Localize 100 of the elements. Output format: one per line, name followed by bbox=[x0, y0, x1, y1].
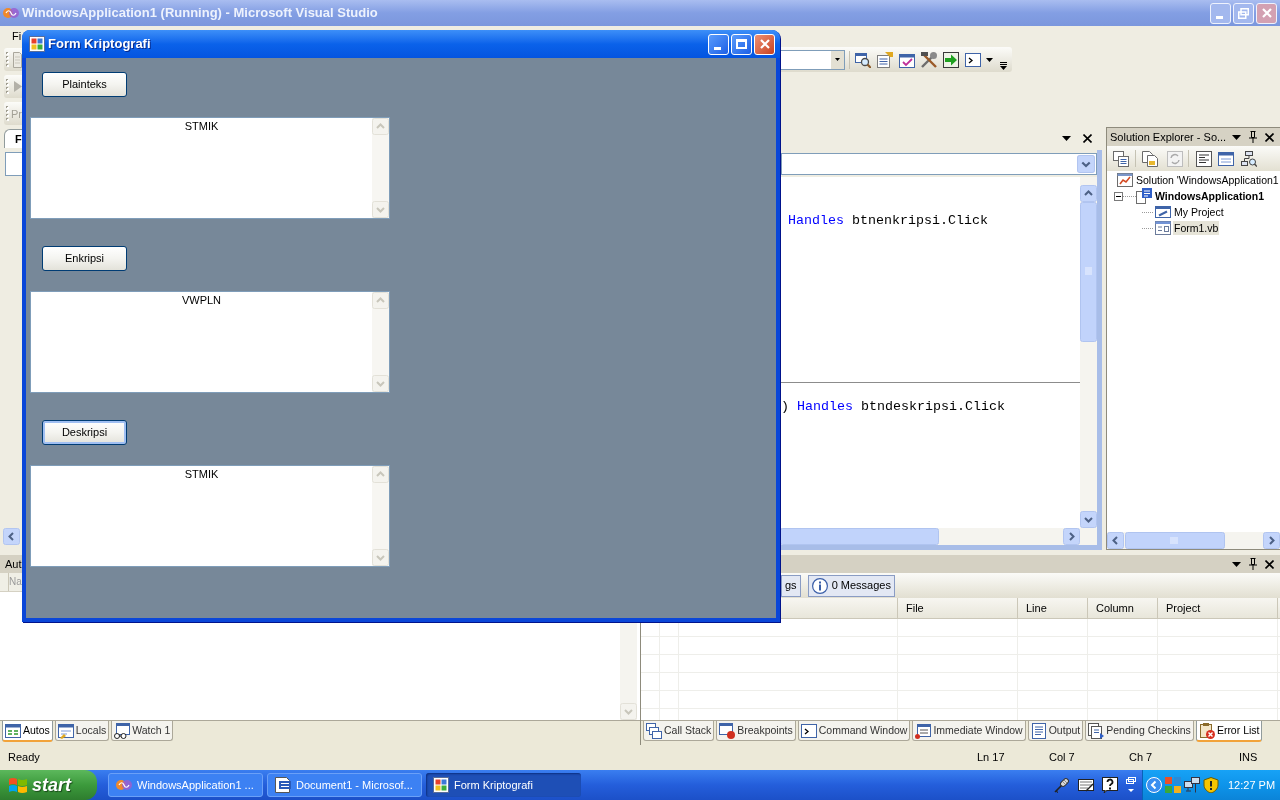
tab[interactable]: Watch 1 bbox=[111, 721, 174, 741]
column-header[interactable]: Project bbox=[1158, 598, 1278, 618]
scroll-right-icon[interactable] bbox=[1263, 532, 1280, 549]
status-field: Ch 7 bbox=[1129, 751, 1153, 764]
restore-icon[interactable] bbox=[1126, 777, 1136, 793]
overflow-icon[interactable] bbox=[1000, 62, 1007, 70]
window-list-icon bbox=[915, 722, 932, 739]
grip-icon[interactable] bbox=[6, 79, 9, 94]
document-icon bbox=[275, 777, 291, 793]
tab[interactable]: Locals bbox=[54, 721, 110, 741]
console-icon[interactable] bbox=[965, 51, 981, 68]
action-button[interactable]: Deskripsi bbox=[42, 420, 127, 445]
text-document-icon[interactable] bbox=[1196, 150, 1212, 167]
help-icon[interactable] bbox=[1102, 777, 1118, 793]
caret-icon[interactable] bbox=[1232, 561, 1241, 567]
taskbar-button[interactable]: Document1 - Microsof... bbox=[267, 773, 422, 797]
table-icon bbox=[5, 722, 21, 739]
panel-title: Aut bbox=[5, 557, 22, 571]
grip-icon[interactable] bbox=[6, 52, 9, 67]
tab[interactable]: Call Stack bbox=[643, 721, 715, 741]
minimize-icon bbox=[1216, 15, 1223, 19]
start-button[interactable]: start bbox=[0, 770, 97, 800]
diagram-search-icon[interactable] bbox=[1241, 150, 1257, 167]
tab[interactable]: Immediate Window bbox=[912, 721, 1026, 741]
close-icon bbox=[759, 39, 770, 49]
microphone-icon[interactable] bbox=[1054, 777, 1070, 793]
tree-item[interactable]: My Project bbox=[1173, 205, 1225, 219]
window-dot-icon bbox=[719, 722, 736, 739]
window-search-icon[interactable] bbox=[855, 51, 871, 68]
form-file-icon bbox=[1155, 220, 1171, 236]
caret-icon[interactable] bbox=[835, 58, 840, 61]
column-header[interactable]: File bbox=[898, 598, 1018, 618]
grip-icon[interactable] bbox=[6, 106, 9, 121]
taskbar-button[interactable]: Form Kriptografi bbox=[426, 773, 581, 797]
tree-item[interactable]: Form1.vb bbox=[1173, 221, 1220, 235]
chevron-down-icon[interactable] bbox=[1077, 155, 1095, 173]
tab[interactable]: Error List bbox=[1195, 721, 1263, 742]
collapse-icon[interactable] bbox=[1114, 191, 1123, 201]
scrollbar-thumb[interactable] bbox=[1080, 202, 1097, 342]
tab[interactable]: Autos bbox=[2, 721, 53, 742]
status-field: Col 7 bbox=[1049, 751, 1075, 764]
scroll-up-icon[interactable] bbox=[1080, 185, 1097, 202]
keyboard-pen-icon[interactable] bbox=[1078, 777, 1094, 793]
console-icon bbox=[800, 722, 817, 739]
dropdown-field[interactable] bbox=[781, 49, 845, 70]
windows-icon[interactable] bbox=[1113, 150, 1129, 167]
glasses-window-icon bbox=[114, 722, 131, 739]
info-icon bbox=[811, 577, 828, 594]
scroll-left-icon[interactable] bbox=[1107, 532, 1124, 549]
filter-button[interactable]: 0 Messages bbox=[807, 574, 895, 597]
code-line: ) Handles btndeskripsi.Click bbox=[781, 399, 1005, 415]
app-icon bbox=[29, 36, 45, 52]
window-icon bbox=[1155, 204, 1171, 220]
action-button[interactable]: Enkripsi bbox=[42, 246, 127, 271]
filter-button[interactable]: gs bbox=[781, 574, 801, 597]
tab[interactable]: Output bbox=[1027, 721, 1084, 741]
toolbar-label: Pr bbox=[11, 106, 22, 121]
tab[interactable]: Pending Checkins bbox=[1085, 721, 1194, 741]
pin-icon[interactable] bbox=[1249, 131, 1257, 143]
scrollbar-thumb[interactable] bbox=[780, 528, 939, 545]
app-icon bbox=[433, 777, 449, 793]
tab[interactable]: Breakpoints bbox=[716, 721, 796, 741]
menu-item[interactable]: Fi bbox=[12, 29, 22, 43]
tools-icon[interactable] bbox=[921, 51, 937, 68]
code-line: Handles btnenkripsi.Click bbox=[788, 213, 988, 229]
window-icon[interactable] bbox=[1218, 150, 1234, 167]
tab[interactable]: Command Window bbox=[797, 721, 911, 741]
network-icon[interactable] bbox=[1184, 777, 1200, 793]
tree-item[interactable]: WindowsApplication1 bbox=[1154, 189, 1265, 203]
caret-icon[interactable] bbox=[1062, 136, 1071, 141]
chevron-left-icon[interactable] bbox=[1146, 777, 1162, 793]
window-check-icon[interactable] bbox=[899, 51, 915, 68]
document-lines-icon bbox=[1030, 722, 1047, 739]
scroll-right-icon[interactable] bbox=[1063, 528, 1080, 545]
windows-flag-icon bbox=[8, 776, 28, 794]
caret-icon[interactable] bbox=[1232, 134, 1241, 140]
maximize-button[interactable] bbox=[731, 33, 752, 55]
status-field: Ln 17 bbox=[977, 751, 1005, 764]
documents-icon[interactable] bbox=[1142, 150, 1158, 167]
scroll-down-icon[interactable] bbox=[1080, 511, 1097, 528]
column-header[interactable]: Line bbox=[1018, 598, 1088, 618]
arrow-box-icon[interactable] bbox=[943, 51, 959, 68]
taskbar-button[interactable]: WindowsApplication1 ... bbox=[108, 773, 263, 797]
caret-icon[interactable] bbox=[986, 57, 993, 62]
close-icon[interactable] bbox=[1265, 132, 1274, 142]
pin-icon[interactable] bbox=[1249, 558, 1257, 570]
close-icon[interactable] bbox=[1265, 559, 1274, 569]
scroll-left-icon[interactable] bbox=[3, 528, 20, 545]
shield-icon[interactable] bbox=[1203, 777, 1219, 793]
tree-item[interactable]: Solution 'WindowsApplication1 bbox=[1135, 173, 1280, 187]
action-button[interactable]: Plainteks bbox=[42, 72, 127, 97]
tab[interactable]: F bbox=[4, 129, 22, 148]
property-sheet-icon[interactable] bbox=[877, 51, 893, 68]
close-icon[interactable] bbox=[1083, 134, 1092, 143]
input-field[interactable] bbox=[5, 152, 22, 176]
close-icon bbox=[1261, 8, 1272, 18]
dropdown-field[interactable] bbox=[781, 153, 1097, 175]
clock: 12:27 PM bbox=[1228, 777, 1276, 793]
column-header[interactable]: Column bbox=[1088, 598, 1158, 618]
scrollbar-thumb[interactable] bbox=[1125, 532, 1225, 549]
